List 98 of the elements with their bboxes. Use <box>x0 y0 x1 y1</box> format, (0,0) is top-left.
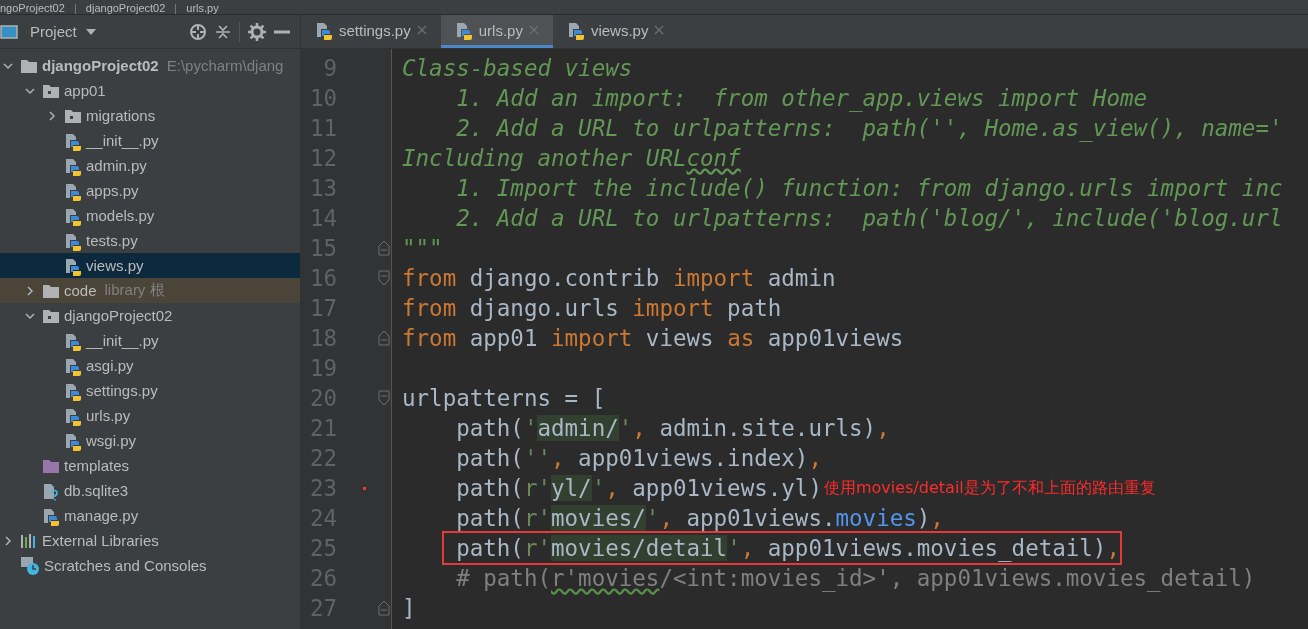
code-line: 1. Import the include() function: from django.urls import inc <box>455 175 1283 201</box>
tree-item[interactable]: app01 <box>0 78 300 103</box>
code-line: 1. Add an import: from other_app.views import Home <box>455 85 1148 111</box>
code-line: 2. Add a URL to urlpatterns: path('blog/', include('blog.url <box>455 205 1283 231</box>
tree-item[interactable]: External Libraries <box>0 528 300 553</box>
editor-tab[interactable]: views.py <box>552 15 679 48</box>
breadcrumb-item[interactable]: djangoProject02 <box>85 2 166 14</box>
collapse-icon[interactable] <box>215 22 231 41</box>
folder-icon <box>42 282 60 299</box>
tree-item[interactable]: asgi.py <box>0 353 300 378</box>
code-line: from app01 import views as app01views <box>402 325 904 351</box>
scratch-clock-icon <box>20 555 40 576</box>
python-file-icon <box>566 20 585 40</box>
tree-item[interactable]: migrations <box>0 103 300 128</box>
chevron-right-icon <box>24 284 36 297</box>
tree-item-label: admin.py <box>86 157 147 174</box>
panel-icon <box>0 24 18 39</box>
fold-marker-icon[interactable] <box>378 600 390 616</box>
tree-item-label: apps.py <box>86 182 139 199</box>
panel-title[interactable]: Project <box>30 23 77 40</box>
code-line: Including another URLconf <box>402 145 741 171</box>
tree-item-hint: E:\pycharm\djang <box>166 57 284 74</box>
code-line: path(r'yl/', app01views.yl) <box>455 475 822 501</box>
tree-item[interactable]: templates <box>0 453 300 478</box>
chevron-right-icon <box>2 534 14 547</box>
tree-item-label: app01 <box>64 82 106 99</box>
close-icon[interactable] <box>654 25 665 35</box>
locate-icon[interactable] <box>189 22 207 41</box>
code-line: 2. Add a URL to urlpatterns: path('', Home.as_view(), name=' <box>455 115 1283 141</box>
code-line: path('admin/', admin.site.urls), <box>455 415 890 441</box>
close-icon[interactable] <box>528 25 539 35</box>
tree-item[interactable]: wsgi.py <box>0 428 300 453</box>
close-icon[interactable] <box>416 25 427 35</box>
tree-item-label: manage.py <box>64 507 139 524</box>
code-line: """ <box>402 235 443 261</box>
tree-item[interactable]: __init__.py <box>0 128 300 153</box>
tree-item-label: tests.py <box>86 232 138 249</box>
tree-item[interactable]: djangoProject02 <box>0 303 300 328</box>
fold-marker-icon[interactable] <box>378 240 390 256</box>
tree-item-label: code <box>64 282 97 299</box>
fold-marker-icon[interactable] <box>378 270 390 286</box>
tree-item-label: models.py <box>86 207 155 224</box>
breadcrumb-item[interactable]: urls.py <box>186 2 219 14</box>
tree-item-label: settings.py <box>86 382 158 399</box>
module-folder-icon <box>64 107 82 124</box>
chevron-right-icon <box>46 109 58 122</box>
tree-item-label: templates <box>64 457 130 474</box>
tree-item-label: djangoProject02 <box>42 57 159 74</box>
tree-item-label: asgi.py <box>86 357 134 374</box>
editor-tab[interactable]: settings.py <box>301 15 441 48</box>
code-line: urlpatterns = [ <box>402 385 606 411</box>
tree-item-label: views.py <box>86 257 144 274</box>
tree-item[interactable]: code library 根 <box>0 278 300 303</box>
tree-item-label: migrations <box>86 107 156 124</box>
tree-item-label: External Libraries <box>42 532 159 549</box>
tree-item[interactable]: models.py <box>0 203 300 228</box>
caret-icon[interactable] <box>84 27 97 36</box>
tree-item-label: wsgi.py <box>86 432 137 449</box>
code-line: path('', app01views.index), <box>455 445 822 471</box>
tree-item[interactable]: __init__.py <box>0 328 300 353</box>
tree-item[interactable]: urls.py <box>0 403 300 428</box>
module-folder-icon <box>42 82 60 99</box>
tree-item[interactable]: djangoProject02 E:\pycharm\djang <box>0 53 300 78</box>
folder-icon <box>20 57 38 74</box>
tree-item[interactable]: views.py <box>0 253 300 278</box>
code-line: path(r'movies/detail', app01views.movies_detail), <box>456 535 1120 561</box>
tree-item[interactable]: tests.py <box>0 228 300 253</box>
code-line: from django.urls import path <box>402 295 782 321</box>
module-folder-icon <box>42 307 60 324</box>
tree-item-label: __init__.py <box>86 332 159 349</box>
library-icon <box>20 532 38 549</box>
tree-item[interactable]: admin.py <box>0 153 300 178</box>
folder-icon <box>42 457 60 474</box>
tree-item-label: db.sqlite3 <box>64 482 129 499</box>
breadcrumb-item[interactable]: ngoProject02 <box>0 2 65 14</box>
tree-item-label: urls.py <box>86 407 131 424</box>
tree-item-label: __init__.py <box>86 132 159 149</box>
code-line: path(r'movies/', app01views.movies), <box>455 505 944 531</box>
tree-item-hint: library 根 <box>104 281 165 300</box>
annotation-note: 使用movies/detail是为了不和上面的路由重复 <box>823 477 1156 499</box>
python-file-icon <box>454 20 473 40</box>
tree-item[interactable]: manage.py <box>0 503 300 528</box>
code-line: from django.contrib import admin <box>402 265 836 291</box>
tree-item-label: Scratches and Consoles <box>44 557 207 574</box>
code-line: ] <box>402 595 416 621</box>
tree-item[interactable]: apps.py <box>0 178 300 203</box>
tree-item[interactable]: settings.py <box>0 378 300 403</box>
tree-item[interactable]: Scratches and Consoles <box>0 553 300 578</box>
settings-icon[interactable] <box>248 22 266 41</box>
code-line: Class-based views <box>402 55 633 81</box>
code-line: # path(r'movies/<int:movies_id>', app01views.movies_detail) <box>455 565 1256 591</box>
tree-item[interactable]: db.sqlite3 <box>0 478 300 503</box>
fold-marker-icon[interactable] <box>378 330 390 346</box>
editor-tab[interactable]: urls.py <box>440 15 553 48</box>
tree-item-label: djangoProject02 <box>64 307 173 324</box>
fold-marker-icon[interactable] <box>378 390 390 406</box>
minimize-icon[interactable] <box>274 29 290 34</box>
python-file-icon <box>315 20 333 40</box>
